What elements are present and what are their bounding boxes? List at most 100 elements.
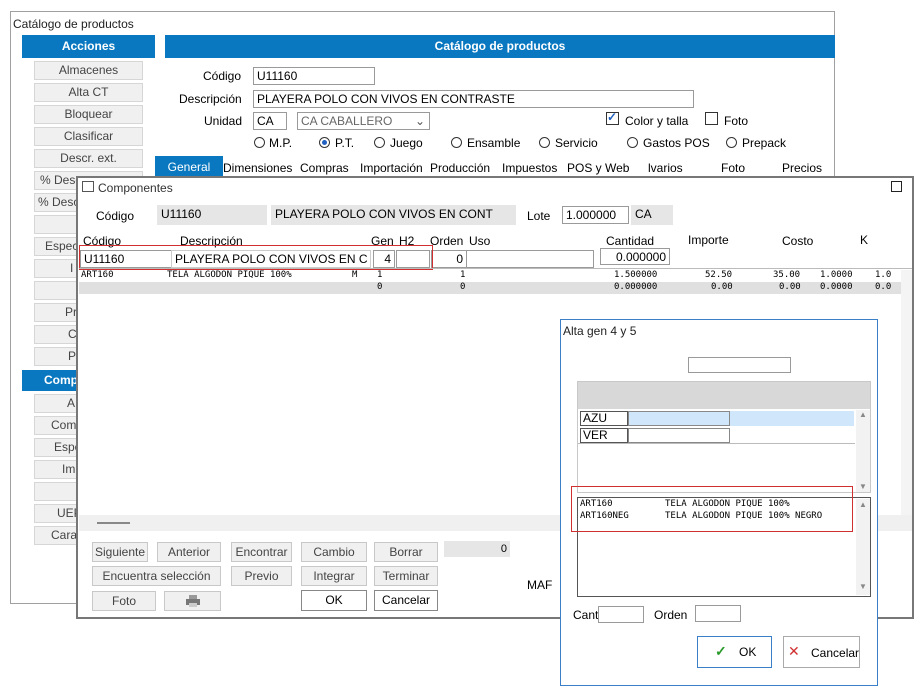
row1-orden: 1 bbox=[460, 270, 466, 280]
descr-ext-button[interactable]: Descr. ext. bbox=[34, 149, 143, 168]
alta-cancel-label: Cancelar bbox=[811, 646, 860, 660]
list-item-cell[interactable] bbox=[628, 428, 730, 443]
orden-input[interactable] bbox=[695, 605, 741, 622]
descripcion-input[interactable]: PLAYERA POLO CON VIVOS EN CONTRASTE bbox=[253, 90, 694, 108]
radio-ensamble[interactable] bbox=[451, 137, 462, 148]
foto-label: Foto bbox=[724, 114, 749, 128]
color-talla-checkbox[interactable]: ✓ bbox=[606, 110, 619, 125]
tab-varios[interactable]: lvarios bbox=[648, 161, 683, 175]
encontrar-button[interactable]: Encontrar bbox=[231, 542, 292, 562]
edit-cantidad-input[interactable]: 0.000000 bbox=[600, 248, 670, 265]
printer-icon bbox=[185, 594, 201, 607]
tab-pos-web[interactable]: POS y Web bbox=[567, 161, 629, 175]
siguiente-button[interactable]: Siguiente bbox=[92, 542, 148, 562]
cancelar-button[interactable]: Cancelar bbox=[374, 590, 438, 611]
table-row[interactable]: ART160 TELA ALGODON PIQUE 100% M 1 1 1.5… bbox=[79, 270, 901, 282]
maximize-icon[interactable] bbox=[891, 181, 902, 192]
list-item-cell[interactable] bbox=[628, 411, 730, 426]
radio-servicio[interactable] bbox=[539, 137, 550, 148]
alta-cancel-button[interactable]: ✕ Cancelar bbox=[783, 636, 860, 668]
comp-codigo-value: U11160 bbox=[157, 205, 267, 225]
gen-list-scrollbar[interactable]: ▲ ▼ bbox=[856, 410, 870, 492]
almacenes-button[interactable]: Almacenes bbox=[34, 61, 143, 80]
row1-k: 1.0000 bbox=[820, 270, 853, 280]
radio-servicio-label: Servicio bbox=[555, 136, 598, 150]
tab-importacion[interactable]: Importación bbox=[360, 161, 423, 175]
alta-gen-title: Alta gen 4 y 5 bbox=[563, 324, 637, 338]
alta-ct-button[interactable]: Alta CT bbox=[34, 83, 143, 102]
anterior-button[interactable]: Anterior bbox=[157, 542, 221, 562]
lote-unit: CA bbox=[631, 205, 673, 225]
row1-m: M bbox=[352, 270, 358, 280]
row2-gen: 0 bbox=[377, 282, 383, 292]
clasificar-button[interactable]: Clasificar bbox=[34, 127, 143, 146]
arrow-up-icon[interactable]: ▲ bbox=[859, 500, 867, 509]
cambio-button[interactable]: Cambio bbox=[301, 542, 367, 562]
arrow-down-icon[interactable]: ▼ bbox=[859, 582, 867, 591]
ok-button[interactable]: OK bbox=[301, 590, 367, 611]
check-icon: ✓ bbox=[715, 643, 727, 659]
tab-general[interactable]: General bbox=[155, 156, 223, 176]
results-scrollbar[interactable]: ▲ ▼ bbox=[856, 499, 870, 595]
tab-produccion[interactable]: Producción bbox=[430, 161, 490, 175]
col-cantidad: Cantidad bbox=[606, 234, 655, 248]
integrar-button[interactable]: Integrar bbox=[301, 566, 367, 586]
radio-gastos-pos[interactable] bbox=[627, 137, 638, 148]
alta-gen-filter-input[interactable] bbox=[688, 357, 791, 373]
row1-cantidad: 1.500000 bbox=[614, 270, 658, 280]
row2-importe: 0.00 bbox=[711, 282, 733, 292]
vertical-scrollbar[interactable] bbox=[901, 270, 912, 515]
arrow-up-icon[interactable]: ▲ bbox=[859, 410, 867, 419]
cant-input[interactable] bbox=[598, 606, 644, 623]
foto-checkbox[interactable] bbox=[705, 112, 718, 125]
arrow-down-icon[interactable]: ▼ bbox=[859, 482, 867, 491]
foto-button[interactable]: Foto bbox=[92, 591, 156, 611]
cant-label: Cant bbox=[573, 608, 599, 622]
maf-label: MAF bbox=[527, 578, 553, 592]
radio-prepack[interactable] bbox=[726, 137, 737, 148]
bloquear-button[interactable]: Bloquear bbox=[34, 105, 143, 124]
results-highlight-outline bbox=[571, 486, 853, 532]
col-k: K bbox=[860, 233, 869, 247]
comp-descripcion-value: PLAYERA POLO CON VIVOS EN CONT bbox=[271, 205, 516, 225]
col-uso: Uso bbox=[469, 234, 491, 248]
unidad-select[interactable]: CA CABALLERO ⌄ bbox=[297, 112, 430, 130]
tab-impuestos[interactable]: Impuestos bbox=[502, 161, 557, 175]
unidad-input[interactable]: CA bbox=[253, 112, 287, 130]
codigo-label: Código bbox=[203, 69, 242, 83]
previo-button[interactable]: Previo bbox=[231, 566, 292, 586]
edit-uso-input[interactable] bbox=[466, 250, 594, 268]
edit-orden-input[interactable]: 0 bbox=[431, 250, 467, 268]
radio-juego[interactable] bbox=[374, 137, 385, 148]
row1-codigo: ART160 bbox=[81, 270, 114, 280]
row2-costo: 0.00 bbox=[779, 282, 801, 292]
tab-compras[interactable]: Compras bbox=[300, 161, 349, 175]
table-row[interactable]: 0 0 0.000000 0.00 0.00 0.0000 0.0 bbox=[79, 282, 901, 294]
lote-input[interactable]: 1.000000 bbox=[562, 206, 629, 224]
radio-juego-label: Juego bbox=[390, 136, 423, 150]
grid-divider bbox=[79, 268, 912, 269]
borrar-button[interactable]: Borrar bbox=[374, 542, 438, 562]
close-icon: ✕ bbox=[788, 643, 800, 659]
encuentra-seleccion-button[interactable]: Encuentra selección bbox=[92, 566, 221, 586]
list-item[interactable]: AZU bbox=[580, 411, 628, 426]
window-title: Catálogo de productos bbox=[13, 17, 134, 31]
alta-ok-button[interactable]: ✓ OK bbox=[697, 636, 772, 668]
codigo-input[interactable]: U11160 bbox=[253, 67, 375, 85]
tab-foto[interactable]: Foto bbox=[721, 161, 745, 175]
tab-precios[interactable]: Precios bbox=[782, 161, 822, 175]
terminar-button[interactable]: Terminar bbox=[374, 566, 438, 586]
col-costo: Costo bbox=[782, 234, 814, 248]
radio-mp[interactable] bbox=[254, 137, 265, 148]
radio-pt[interactable] bbox=[319, 137, 330, 148]
scrollbar-thumb[interactable] bbox=[97, 522, 130, 524]
row2-cantidad: 0.000000 bbox=[614, 282, 658, 292]
print-button[interactable] bbox=[164, 591, 221, 611]
radio-pt-label: P.T. bbox=[335, 136, 355, 150]
radio-mp-label: M.P. bbox=[269, 136, 293, 150]
list-item[interactable]: VER bbox=[580, 428, 628, 443]
check-icon: ✓ bbox=[607, 110, 618, 124]
tab-dimensiones[interactable]: Dimensiones bbox=[223, 161, 292, 175]
window-icon bbox=[82, 181, 94, 192]
descripcion-label: Descripción bbox=[179, 92, 242, 106]
